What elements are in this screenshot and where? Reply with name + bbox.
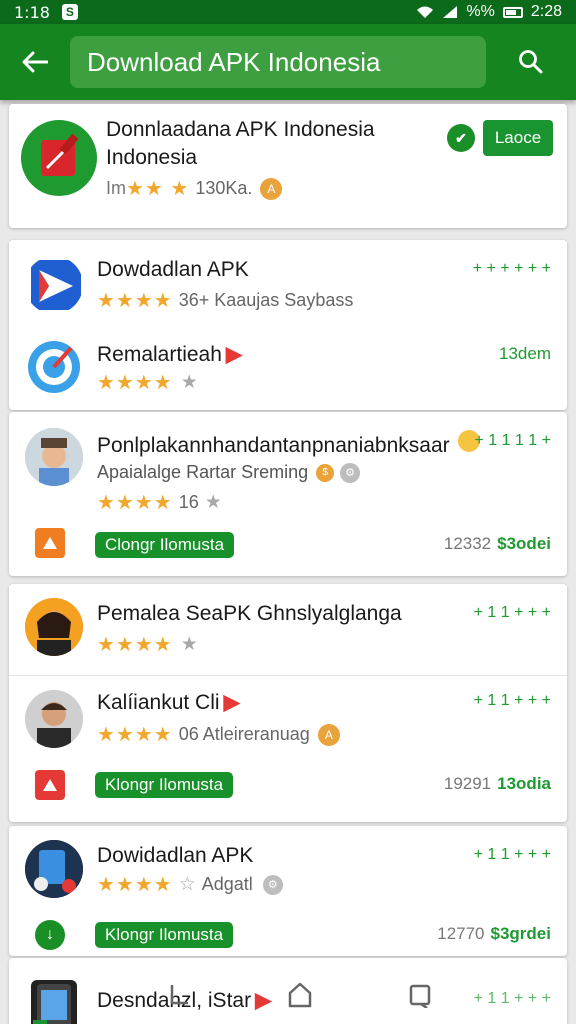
list-item[interactable]: Dowdadlan APK ★★★★ 36+ Kaaujas Saybass +… [9,240,567,324]
app-title: Ponlplakannhandantanpnaniabnksaar [97,430,480,458]
app-rating-row: ★★★★ 36+ Kaaujas Saybass [97,288,353,313]
app-title: Kalíiankut Cli ▶ [97,691,240,714]
app-size: 12770 $3grdei [437,924,551,943]
list-item[interactable]: Remalartieah ▶ ★★★★ ★ 13dem [9,324,567,410]
badge-icon: A [317,723,340,746]
settings-icon: ⚙ [262,874,283,895]
search-field[interactable]: Download APK Indonesia [70,36,486,88]
app-title: Dowidadlan APK [97,844,254,867]
badge-icon: $ [316,463,335,482]
star-empty-icon: ☆ [178,874,196,895]
verified-icon: ✔ [447,124,475,152]
search-icon [519,50,543,74]
install-button[interactable]: Laoce [483,120,553,156]
featured-rating-row: Im ★★ ★ 130Ka. A [106,176,283,201]
app-tag: + 1 1 1 1 + [474,432,551,449]
app-icon [25,428,83,486]
category-chip[interactable]: Clongr Ilomusta [95,532,235,558]
recents-nav-icon [409,984,431,1008]
recents-nav-button[interactable] [400,975,440,1015]
list-item[interactable]: Kalíiankut Cli ▶ ★★★★ 06 Atleireranuag A … [9,676,567,822]
app-icon [25,598,83,656]
app-list-card[interactable]: Ponlplakannhandantanpnaniabnksaar Apaial… [9,412,567,576]
star-empty-icon: ★ [180,634,198,655]
back-button[interactable] [0,24,70,100]
featured-rating-prefix: Im [106,178,126,198]
app-title: Dowdadlan APK [97,258,249,281]
back-nav-button[interactable] [160,975,200,1015]
featured-title-line1: Donnlaadana APK Indonesia [106,118,375,141]
app-icon [25,690,83,748]
app-bar: Download APK Indonesia [0,24,576,100]
app-size: 19291 13odia [443,774,551,793]
star-icon: ★★★★ [97,874,173,896]
app-rating-row: ★★★★ ★ [97,370,198,395]
app-icon [25,338,83,396]
featured-title-line2: Indonesia [106,146,198,169]
app-list-card[interactable]: Dowidadlan APK ★★★★ ☆ Adgatl ⚙ + 1 1 + +… [9,826,567,956]
search-button[interactable] [486,24,576,100]
featured-badge-icon: A [260,177,283,200]
notification-icon: S [61,4,78,20]
app-icon [25,256,83,314]
app-rating-row: ★★★★ 16 ★ [97,490,222,515]
app-meta: 36+ Kaaujas Saybass [178,290,354,310]
app-rating-row: ★★★★ ☆ Adgatl ⚙ [97,872,283,897]
app-tag: 13dem [499,344,551,363]
app-tag: + 1 1 + + + [473,990,551,1007]
star-icon: ★★★★ [97,492,173,514]
back-nav-icon [170,985,188,1005]
search-query: Download APK Indonesia [87,46,381,77]
featured-stars: ★★ ★ [126,178,190,200]
settings-icon: ⚙ [340,462,361,483]
battery-icon [502,6,523,18]
app-tag: + 1 1 + + + [473,692,551,709]
app-meta: Adgatl [201,874,253,894]
wifi-icon [417,6,434,18]
category-chip[interactable]: Klongr Ilomusta [95,772,234,798]
featured-app-card[interactable]: Donnlaadana APK Indonesia Indonesia Im ★… [9,104,567,228]
app-icon [31,980,77,1024]
list-item[interactable]: Pemalea SeaPK Ghnslyalglanga ★★★★ ★ + 1 … [9,584,567,674]
star-icon: ★★★★ [97,634,173,656]
app-tag: + + + + + + [472,260,551,277]
status-right: %% 2:28 [416,3,562,21]
app-meta: 06 Atleireranuag [178,724,310,744]
navigation-bar [130,966,470,1024]
star-empty-icon: ★ [180,372,198,393]
app-size: 12332 $3odei [443,534,551,553]
star-icon: ★★★★ [97,290,173,312]
app-list-card: Pemalea SeaPK Ghnslyalglanga ★★★★ ★ + 1 … [9,584,567,822]
app-rating-row: ★★★★ ★ [97,632,198,657]
app-list-card: Dowdadlan APK ★★★★ 36+ Kaaujas Saybass +… [9,240,567,410]
app-tag: + 1 1 + + + [473,846,551,863]
category-chip[interactable]: Klongr Ilomusta [95,922,234,948]
download-icon: ↓ [35,920,65,950]
battery-percent: %% [466,3,495,20]
app-title: Pemalea SeaPK Ghnslyalglanga [97,602,402,625]
featured-app-icon [21,120,97,196]
featured-meta: 130Ka. [195,178,253,198]
star-icon: ★★★★ [97,372,173,394]
home-nav-icon [288,982,312,1008]
star-icon: ★★★★ [97,724,173,746]
home-nav-button[interactable] [280,975,320,1015]
play-icon [35,528,65,558]
status-bar: 1:18 S %% 2:28 [0,0,576,24]
app-subtitle: Apaialalge Rartar Sreming $ ⚙ [97,462,361,483]
star-empty-icon: ★ [204,492,222,513]
app-rating-row: ★★★★ 06 Atleireranuag A [97,722,340,747]
app-meta: 16 [178,492,199,512]
app-title: Remalartieah ▶ [97,343,243,366]
status-time: 1:18 [14,2,50,22]
signal-icon [443,6,458,18]
app-tag: + 1 1 + + + [473,604,551,621]
app-icon [25,840,83,898]
back-arrow-icon [22,51,48,73]
status-time-right: 2:28 [530,3,562,20]
play-icon [35,770,65,800]
